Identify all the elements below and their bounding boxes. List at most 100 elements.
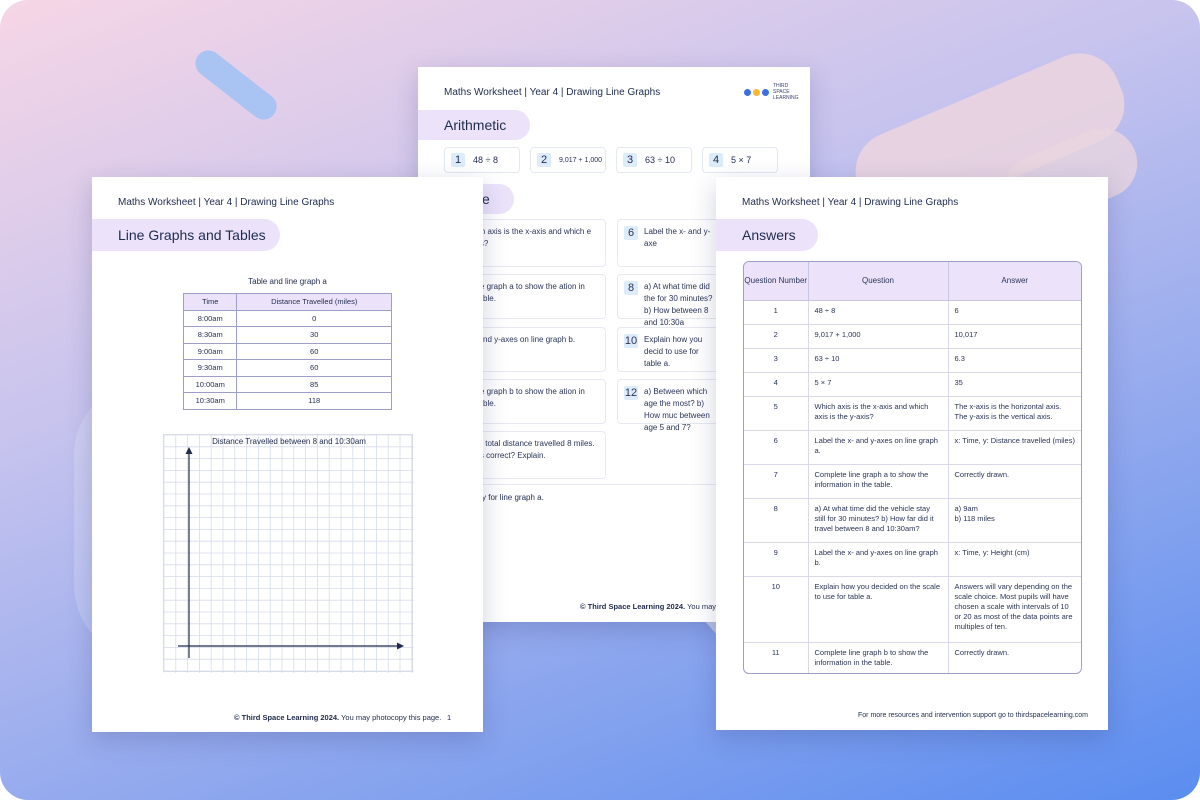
x-axis-arrow-icon [397, 642, 404, 650]
answer-cell: Correctly drawn. [948, 642, 1081, 673]
question-card: 6 Label the x- and y-axe [617, 219, 727, 267]
answer-cell: Correctly drawn. [948, 464, 1081, 499]
table-row: 9:30am 60 [182, 359, 392, 377]
answer-row: 7 Complete line graph a to show the infor… [744, 464, 1081, 499]
question-number-cell: 5 [744, 396, 809, 431]
answer-cell: x: Time, y: Distance travelled (miles) [948, 430, 1081, 465]
answer-row: 8 a) At what time did the vehicle stay st… [744, 498, 1081, 543]
answer-cell: x: Time, y: Height (cm) [948, 542, 1081, 577]
copyright-footer: © Third Space Learning 2024. You may pho… [234, 713, 442, 722]
arithmetic-question: 3 63 ÷ 10 [616, 147, 692, 173]
page-number: 1 [447, 713, 452, 722]
y-axis-arrow-icon [185, 447, 193, 454]
answers-table-container: Question Number Question Answer 1 48 ÷ 86… [743, 261, 1082, 674]
question-cell: Which axis is the x-axis and which axis … [808, 396, 949, 431]
distance-cell: 60 [236, 342, 392, 360]
question-card: 12 a) Between which age the most? b) How … [617, 379, 727, 432]
question-number-cell: 3 [744, 348, 809, 373]
distance-cell: 30 [236, 326, 392, 344]
time-cell: 9:00am [182, 342, 238, 360]
time-cell: 8:30am [182, 326, 238, 344]
section-title-answers: Answers [716, 219, 818, 251]
answer-row: 1 48 ÷ 86 [744, 300, 1081, 325]
answers-header-question: Question [808, 262, 949, 301]
distance-cell: 0 [236, 309, 392, 327]
question-number-cell: 6 [744, 430, 809, 465]
table-row: 8:00am 0 [182, 309, 392, 327]
table-row: 9:00am 60 [182, 342, 392, 360]
arithmetic-question: 1 48 ÷ 8 [444, 147, 520, 173]
answer-cell: Answers will vary depending on the scale… [948, 576, 1081, 643]
answer-cell: 6 [948, 300, 1081, 325]
table-header-time: Time [182, 293, 238, 311]
arithmetic-questions: 1 48 ÷ 8 2 9,017 + 1,000 3 63 ÷ 10 45 × 7 [444, 147, 778, 173]
table-row: 10:30am 118 [182, 392, 392, 410]
answers-header-answer: Answer [948, 262, 1081, 301]
question-cell: Label the x- and y-axes on line graph a. [808, 430, 949, 465]
page-header: Maths Worksheet | Year 4 | Drawing Line … [742, 197, 959, 208]
question-number-cell: 11 [744, 642, 809, 673]
question-number-cell: 9 [744, 542, 809, 577]
answer-cell: a) 9am b) 118 miles [948, 498, 1081, 543]
copyright-footer: © Third Space Learning 2024. You may phe [580, 602, 731, 611]
promo-background: Maths Worksheet | Year 4 | Drawing Line … [0, 0, 1200, 800]
question-card: 10 Explain how you decid to use for table… [617, 327, 727, 372]
question-cell: Explain how you decided on the scale to … [808, 576, 949, 643]
answer-row: 2 9,017 + 1,000 10,017 [744, 324, 1081, 349]
answer-cell: 6.3 [948, 348, 1081, 373]
answer-row: 11 Complete line graph b to show the info… [744, 642, 1081, 673]
distance-cell: 118 [236, 392, 392, 410]
resources-footer: For more resources and intervention supp… [858, 712, 1088, 719]
question-cell: a) At what time did the vehicle stay sti… [808, 498, 949, 543]
worksheet-page-line-graphs: Maths Worksheet | Year 4 | Drawing Line … [92, 177, 483, 732]
arithmetic-question: 2 9,017 + 1,000 [530, 147, 606, 173]
question-cell: 9,017 + 1,000 [808, 324, 949, 349]
question-number-cell: 7 [744, 464, 809, 499]
table-row: 8:30am 30 [182, 326, 392, 344]
graph-title: Distance Travelled between 8 and 10:30am [212, 437, 366, 446]
distance-table: Time Distance Travelled (miles) 8:00am 0 8… [182, 293, 392, 410]
question-cell: 63 ÷ 10 [808, 348, 949, 373]
answer-cell: 10,017 [948, 324, 1081, 349]
answer-row: 9 Label the x- and y-axes on line graph b… [744, 542, 1081, 577]
question-cell: Complete line graph b to show the inform… [808, 642, 949, 673]
answer-cell: The x-axis is the horizontal axis. The y… [948, 396, 1081, 431]
page-header: Maths Worksheet | Year 4 | Drawing Line … [118, 197, 335, 208]
answer-row: 3 63 ÷ 10 6.3 [744, 348, 1081, 373]
answer-row: 5 Which axis is the x-axis and which axis… [744, 396, 1081, 431]
distance-cell: 85 [236, 375, 392, 393]
time-cell: 9:30am [182, 359, 238, 377]
question-number-cell: 8 [744, 498, 809, 543]
blank-line-graph: Distance Travelled between 8 and 10:30am [163, 434, 414, 673]
answer-row: 45 × 7 35 [744, 372, 1081, 397]
question-number-cell: 10 [744, 576, 809, 643]
question-cell: Complete line graph a to show the inform… [808, 464, 949, 499]
question-cell: 48 ÷ 8 [808, 300, 949, 325]
question-cell: 5 × 7 [808, 372, 949, 397]
table-header-distance: Distance Travelled (miles) [236, 293, 392, 311]
answers-table: Question Number Question Answer 1 48 ÷ 86… [744, 262, 1081, 673]
time-cell: 8:00am [182, 309, 238, 327]
divider [458, 484, 728, 485]
page-header: Maths Worksheet | Year 4 | Drawing Line … [444, 87, 661, 98]
section-title-line-graphs: Line Graphs and Tables [92, 219, 280, 251]
table-caption: Table and line graph a [248, 277, 327, 286]
decorative-pill-blue [190, 45, 282, 125]
worksheet-page-answers: Maths Worksheet | Year 4 | Drawing Line … [716, 177, 1108, 730]
table-row: 10:00am 85 [182, 375, 392, 393]
answers-header-number: Question Number [744, 262, 809, 301]
arithmetic-question: 45 × 7 [702, 147, 778, 173]
question-number-cell: 1 [744, 300, 809, 325]
answer-row: 6 Label the x- and y-axes on line graph a… [744, 430, 1081, 465]
question-number-cell: 2 [744, 324, 809, 349]
section-title-arithmetic: Arithmetic [418, 110, 530, 140]
question-card: 8 a) At what time did the for 30 minutes?… [617, 274, 727, 327]
time-cell: 10:30am [182, 392, 238, 410]
third-space-learning-logo: THIRD SPACE LEARNING [744, 83, 803, 101]
answer-cell: 35 [948, 372, 1081, 397]
question-number-cell: 4 [744, 372, 809, 397]
time-cell: 10:00am [182, 375, 238, 393]
graph-grid [163, 434, 414, 673]
section-title-fragment: e [482, 184, 514, 214]
question-cell: Label the x- and y-axes on line graph b. [808, 542, 949, 577]
